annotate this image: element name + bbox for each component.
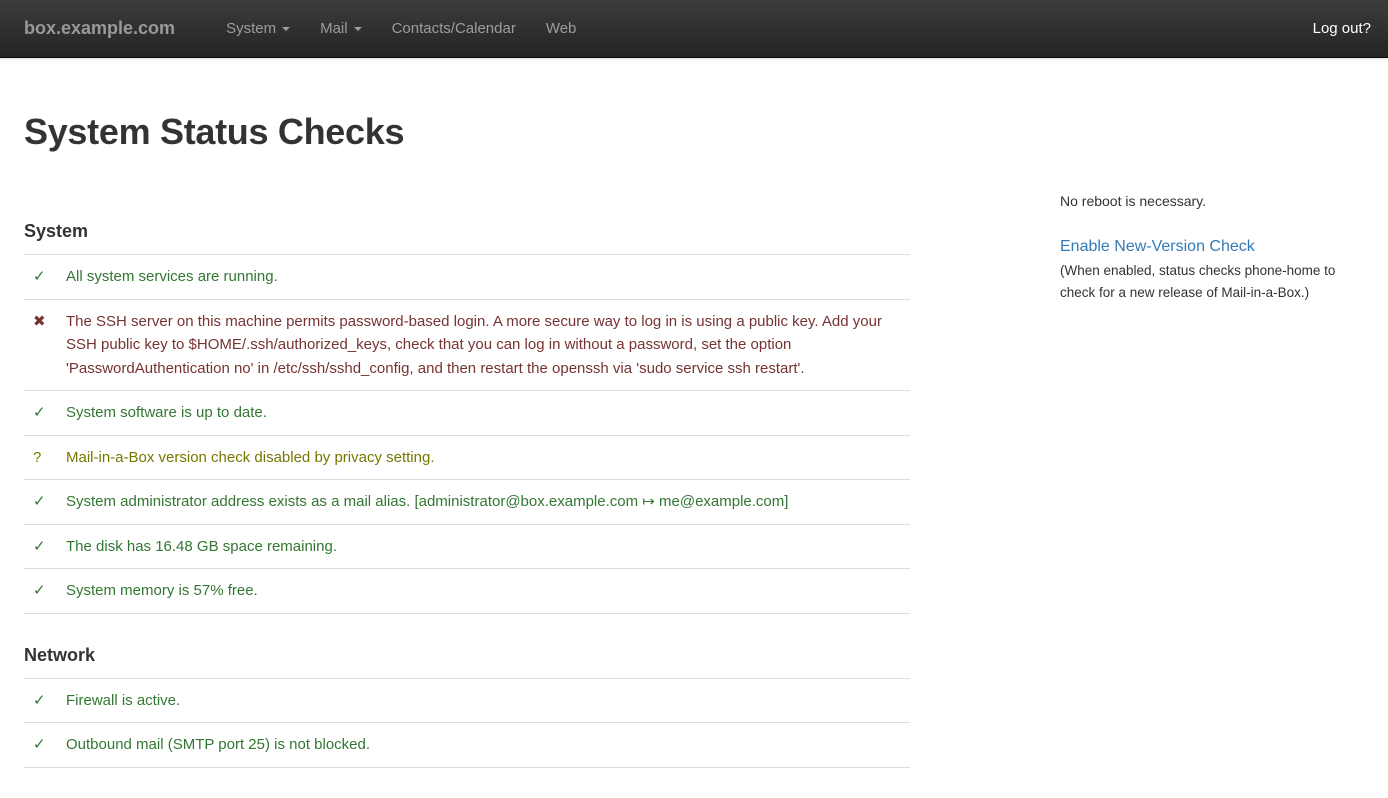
- caret-down-icon: [282, 27, 290, 31]
- status-check-text: Firewall is active.: [66, 678, 910, 723]
- navbar-brand[interactable]: box.example.com: [0, 0, 191, 57]
- nav-item-system[interactable]: System: [211, 0, 305, 57]
- status-check-row: ✓System administrator address exists as …: [24, 480, 910, 525]
- status-ok-icon: ✓: [24, 723, 66, 768]
- status-category-heading: Network: [24, 613, 910, 678]
- status-check-text: The disk has 16.48 GB space remaining.: [66, 524, 910, 569]
- status-category-row: Network: [24, 613, 910, 678]
- nav-item-mail[interactable]: Mail: [305, 0, 377, 57]
- nav-item-contacts-calendar[interactable]: Contacts/Calendar: [377, 0, 531, 57]
- status-ok-icon: ✓: [24, 480, 66, 525]
- status-checks-body: System✓All system services are running.✖…: [24, 190, 910, 767]
- main-content: System Status Checks System✓All system s…: [0, 112, 1388, 768]
- logout-link[interactable]: Log out?: [1296, 0, 1388, 57]
- status-ok-icon: ✓: [24, 678, 66, 723]
- status-check-row: ✓All system services are running.: [24, 255, 910, 300]
- status-check-text: Mail-in-a-Box version check disabled by …: [66, 435, 910, 480]
- status-check-text: System memory is 57% free.: [66, 569, 910, 614]
- navbar-menu: System Mail Contacts/Calendar Web: [211, 0, 591, 57]
- status-check-text: System software is up to date.: [66, 391, 910, 436]
- enable-version-check-link[interactable]: Enable New-Version Check: [1060, 238, 1255, 255]
- nav-item-label: System: [226, 20, 276, 37]
- status-ok-icon: ✓: [24, 391, 66, 436]
- status-ok-icon: ✓: [24, 569, 66, 614]
- reboot-status-text: No reboot is necessary.: [1060, 192, 1364, 211]
- status-check-text: System administrator address exists as a…: [66, 480, 910, 525]
- status-check-row: ✓Firewall is active.: [24, 678, 910, 723]
- status-checks-table: System✓All system services are running.✖…: [24, 190, 910, 768]
- nav-item-label: Mail: [320, 20, 348, 37]
- status-check-row: ✓The disk has 16.48 GB space remaining.: [24, 524, 910, 569]
- status-check-row: ?Mail-in-a-Box version check disabled by…: [24, 435, 910, 480]
- status-category-heading: System: [24, 190, 910, 255]
- status-ok-icon: ✓: [24, 255, 66, 300]
- status-check-text: Outbound mail (SMTP port 25) is not bloc…: [66, 723, 910, 768]
- columns: System✓All system services are running.✖…: [24, 152, 1364, 768]
- sidebar: No reboot is necessary. Enable New-Versi…: [1060, 152, 1364, 303]
- page-title: System Status Checks: [24, 112, 1364, 152]
- status-error-icon: ✖: [24, 299, 66, 391]
- status-check-text: All system services are running.: [66, 255, 910, 300]
- status-check-row: ✓System software is up to date.: [24, 391, 910, 436]
- nav-item-label: Contacts/Calendar: [392, 20, 516, 37]
- status-category-row: System: [24, 190, 910, 255]
- navbar: box.example.com System Mail Contacts/Calen…: [0, 0, 1388, 58]
- status-check-row: ✓System memory is 57% free.: [24, 569, 910, 614]
- status-check-row: ✖The SSH server on this machine permits …: [24, 299, 910, 391]
- status-check-text: The SSH server on this machine permits p…: [66, 299, 910, 391]
- status-ok-icon: ✓: [24, 524, 66, 569]
- version-check-note: (When enabled, status checks phone-home …: [1060, 260, 1364, 303]
- caret-down-icon: [354, 27, 362, 31]
- status-check-row: ✓Outbound mail (SMTP port 25) is not blo…: [24, 723, 910, 768]
- status-checks-panel: System✓All system services are running.✖…: [24, 152, 910, 768]
- nav-item-label: Web: [546, 20, 577, 37]
- status-warning-icon: ?: [24, 435, 66, 480]
- nav-item-web[interactable]: Web: [531, 0, 592, 57]
